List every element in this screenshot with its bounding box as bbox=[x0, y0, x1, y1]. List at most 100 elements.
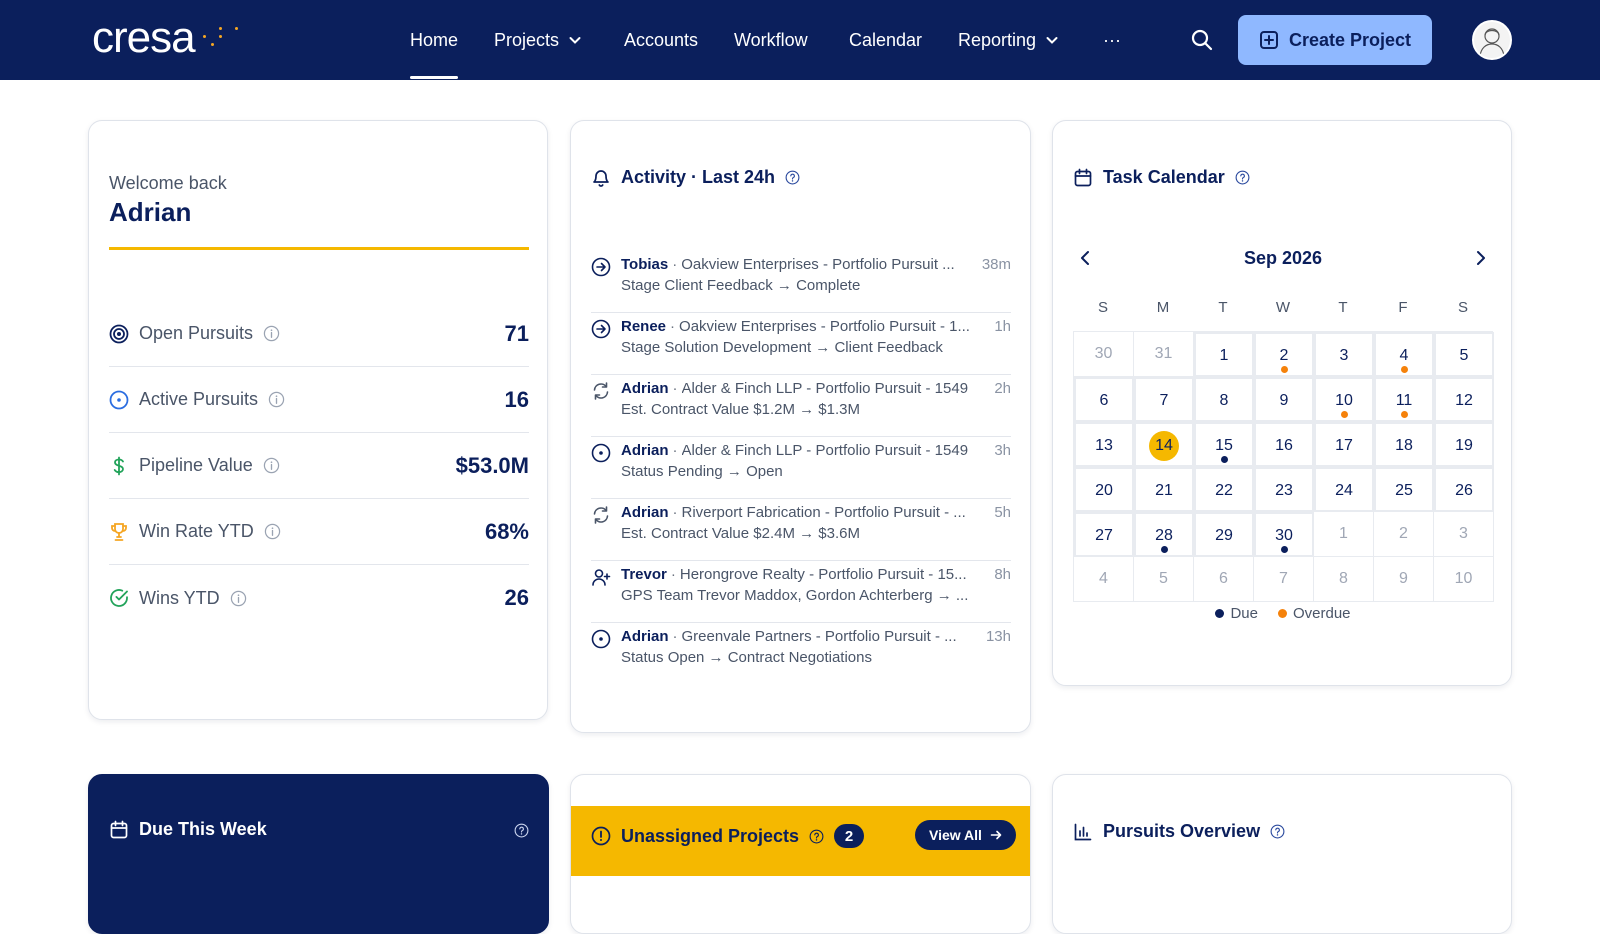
calendar-day[interactable]: 1 bbox=[1194, 332, 1254, 377]
chevron-left-icon[interactable] bbox=[1073, 246, 1097, 270]
create-project-button[interactable]: Create Project bbox=[1238, 15, 1432, 65]
activity-project[interactable]: Alder & Finch LLP - Portfolio Pursuit - … bbox=[682, 441, 969, 461]
activity-item[interactable]: Trevor · Herongrove Realty - Portfolio Pur… bbox=[591, 561, 1011, 623]
nav-more-button[interactable]: ··· bbox=[1103, 26, 1121, 54]
calendar-day[interactable]: 10 bbox=[1314, 377, 1374, 422]
info-icon[interactable] bbox=[230, 590, 247, 607]
calendar-day[interactable]: 10 bbox=[1434, 557, 1494, 602]
activity-item[interactable]: Adrian · Riverport Fabrication - Portfolio… bbox=[591, 499, 1011, 561]
nav-calendar[interactable]: Calendar bbox=[849, 26, 922, 54]
activity-user[interactable]: Renee bbox=[621, 317, 666, 337]
activity-item[interactable]: Adrian · Greenvale Partners - Portfolio Pu… bbox=[591, 623, 1011, 685]
calendar-day[interactable]: 7 bbox=[1254, 557, 1314, 602]
activity-time: 13h bbox=[985, 628, 1011, 645]
help-icon[interactable] bbox=[514, 823, 529, 838]
calendar-day-number: 8 bbox=[1219, 392, 1229, 409]
cresa-logo[interactable]: cresa bbox=[92, 14, 241, 62]
activity-user[interactable]: Adrian bbox=[621, 379, 669, 399]
stat-pipeline-value[interactable]: Pipeline Value $53.0M bbox=[109, 433, 529, 499]
calendar-day[interactable]: 9 bbox=[1254, 377, 1314, 422]
calendar-day[interactable]: 2 bbox=[1254, 332, 1314, 377]
calendar-day[interactable]: 7 bbox=[1134, 377, 1194, 422]
calendar-day[interactable]: 3 bbox=[1434, 512, 1494, 557]
activity-user[interactable]: Trevor bbox=[621, 565, 667, 585]
calendar-day[interactable]: 16 bbox=[1254, 422, 1314, 467]
help-icon[interactable] bbox=[1270, 824, 1285, 839]
calendar-day[interactable]: 30 bbox=[1254, 512, 1314, 557]
activity-project[interactable]: Oakview Enterprises - Portfolio Pursuit … bbox=[679, 317, 970, 337]
calendar-day[interactable]: 28 bbox=[1134, 512, 1194, 557]
calendar-day[interactable]: 19 bbox=[1434, 422, 1494, 467]
calendar-day[interactable]: 26 bbox=[1434, 467, 1494, 512]
calendar-day-number: 21 bbox=[1155, 482, 1173, 499]
calendar-day[interactable]: 22 bbox=[1194, 467, 1254, 512]
activity-project[interactable]: Riverport Fabrication - Portfolio Pursui… bbox=[682, 503, 966, 523]
help-icon[interactable] bbox=[809, 829, 824, 844]
avatar[interactable] bbox=[1472, 20, 1512, 60]
nav-home[interactable]: Home bbox=[410, 26, 459, 79]
calendar-day[interactable]: 18 bbox=[1374, 422, 1434, 467]
activity-project[interactable]: Alder & Finch LLP - Portfolio Pursuit - … bbox=[682, 379, 969, 399]
calendar-day[interactable]: 11 bbox=[1374, 377, 1434, 422]
nav-workflow[interactable]: Workflow bbox=[734, 26, 808, 54]
help-icon[interactable] bbox=[785, 170, 800, 185]
activity-item[interactable]: Tobias · Oakview Enterprises - Portfolio P… bbox=[591, 251, 1011, 313]
activity-project[interactable]: Greenvale Partners - Portfolio Pursuit -… bbox=[682, 627, 957, 647]
nav-reporting[interactable]: Reporting bbox=[958, 26, 1060, 54]
nav-projects[interactable]: Projects bbox=[494, 26, 583, 54]
stat-active-pursuits[interactable]: Active Pursuits 16 bbox=[109, 367, 529, 433]
calendar-day[interactable]: 4 bbox=[1374, 332, 1434, 377]
calendar-day[interactable]: 21 bbox=[1134, 467, 1194, 512]
search-icon[interactable] bbox=[1190, 28, 1214, 52]
calendar-day[interactable]: 6 bbox=[1194, 557, 1254, 602]
calendar-day[interactable]: 1 bbox=[1314, 512, 1374, 557]
calendar-day-number: 17 bbox=[1335, 437, 1353, 454]
calendar-day-today[interactable]: 14 bbox=[1134, 422, 1194, 467]
calendar-day[interactable]: 12 bbox=[1434, 377, 1494, 422]
calendar-day[interactable]: 4 bbox=[1074, 557, 1134, 602]
calendar-day[interactable]: 5 bbox=[1434, 332, 1494, 377]
calendar-day[interactable]: 17 bbox=[1314, 422, 1374, 467]
calendar-day-number: 12 bbox=[1455, 392, 1473, 409]
info-icon[interactable] bbox=[268, 391, 285, 408]
calendar-day[interactable]: 6 bbox=[1074, 377, 1134, 422]
view-all-button[interactable]: View All bbox=[915, 820, 1016, 850]
info-icon[interactable] bbox=[263, 325, 280, 342]
chevron-right-icon[interactable] bbox=[1469, 246, 1493, 270]
activity-user[interactable]: Adrian bbox=[621, 627, 669, 647]
calendar-day[interactable]: 23 bbox=[1254, 467, 1314, 512]
stat-win-rate[interactable]: Win Rate YTD 68% bbox=[109, 499, 529, 565]
activity-user[interactable]: Adrian bbox=[621, 441, 669, 461]
nav-accounts[interactable]: Accounts bbox=[624, 26, 698, 54]
calendar-day[interactable]: 20 bbox=[1074, 467, 1134, 512]
calendar-day[interactable]: 24 bbox=[1314, 467, 1374, 512]
calendar-day[interactable]: 9 bbox=[1374, 557, 1434, 602]
calendar-day[interactable]: 8 bbox=[1194, 377, 1254, 422]
calendar-day[interactable]: 5 bbox=[1134, 557, 1194, 602]
calendar-day[interactable]: 31 bbox=[1134, 332, 1194, 377]
calendar-day[interactable]: 2 bbox=[1374, 512, 1434, 557]
calendar-day[interactable]: 30 bbox=[1074, 332, 1134, 377]
calendar-day[interactable]: 27 bbox=[1074, 512, 1134, 557]
calendar-day[interactable]: 8 bbox=[1314, 557, 1374, 602]
calendar-weekdays: S M T W T F S bbox=[1073, 299, 1493, 316]
activity-item[interactable]: Adrian · Alder & Finch LLP - Portfolio Pur… bbox=[591, 375, 1011, 437]
info-icon[interactable] bbox=[264, 523, 281, 540]
calendar-day[interactable]: 15 bbox=[1194, 422, 1254, 467]
stat-open-pursuits[interactable]: Open Pursuits 71 bbox=[109, 301, 529, 367]
activity-user[interactable]: Adrian bbox=[621, 503, 669, 523]
activity-project[interactable]: Herongrove Realty - Portfolio Pursuit - … bbox=[680, 565, 967, 585]
activity-user[interactable]: Tobias bbox=[621, 255, 668, 275]
stat-wins-ytd[interactable]: Wins YTD 26 bbox=[109, 565, 529, 631]
info-icon[interactable] bbox=[263, 457, 280, 474]
calendar-day[interactable]: 29 bbox=[1194, 512, 1254, 557]
activity-item[interactable]: Adrian · Alder & Finch LLP - Portfolio Pur… bbox=[591, 437, 1011, 499]
legend-due: Due bbox=[1215, 605, 1258, 622]
calendar-day[interactable]: 3 bbox=[1314, 332, 1374, 377]
activity-project[interactable]: Oakview Enterprises - Portfolio Pursuit … bbox=[681, 255, 954, 275]
activity-time: 38m bbox=[981, 256, 1011, 273]
help-icon[interactable] bbox=[1235, 170, 1250, 185]
activity-item[interactable]: Renee · Oakview Enterprises - Portfolio Pu… bbox=[591, 313, 1011, 375]
calendar-day[interactable]: 13 bbox=[1074, 422, 1134, 467]
calendar-day[interactable]: 25 bbox=[1374, 467, 1434, 512]
